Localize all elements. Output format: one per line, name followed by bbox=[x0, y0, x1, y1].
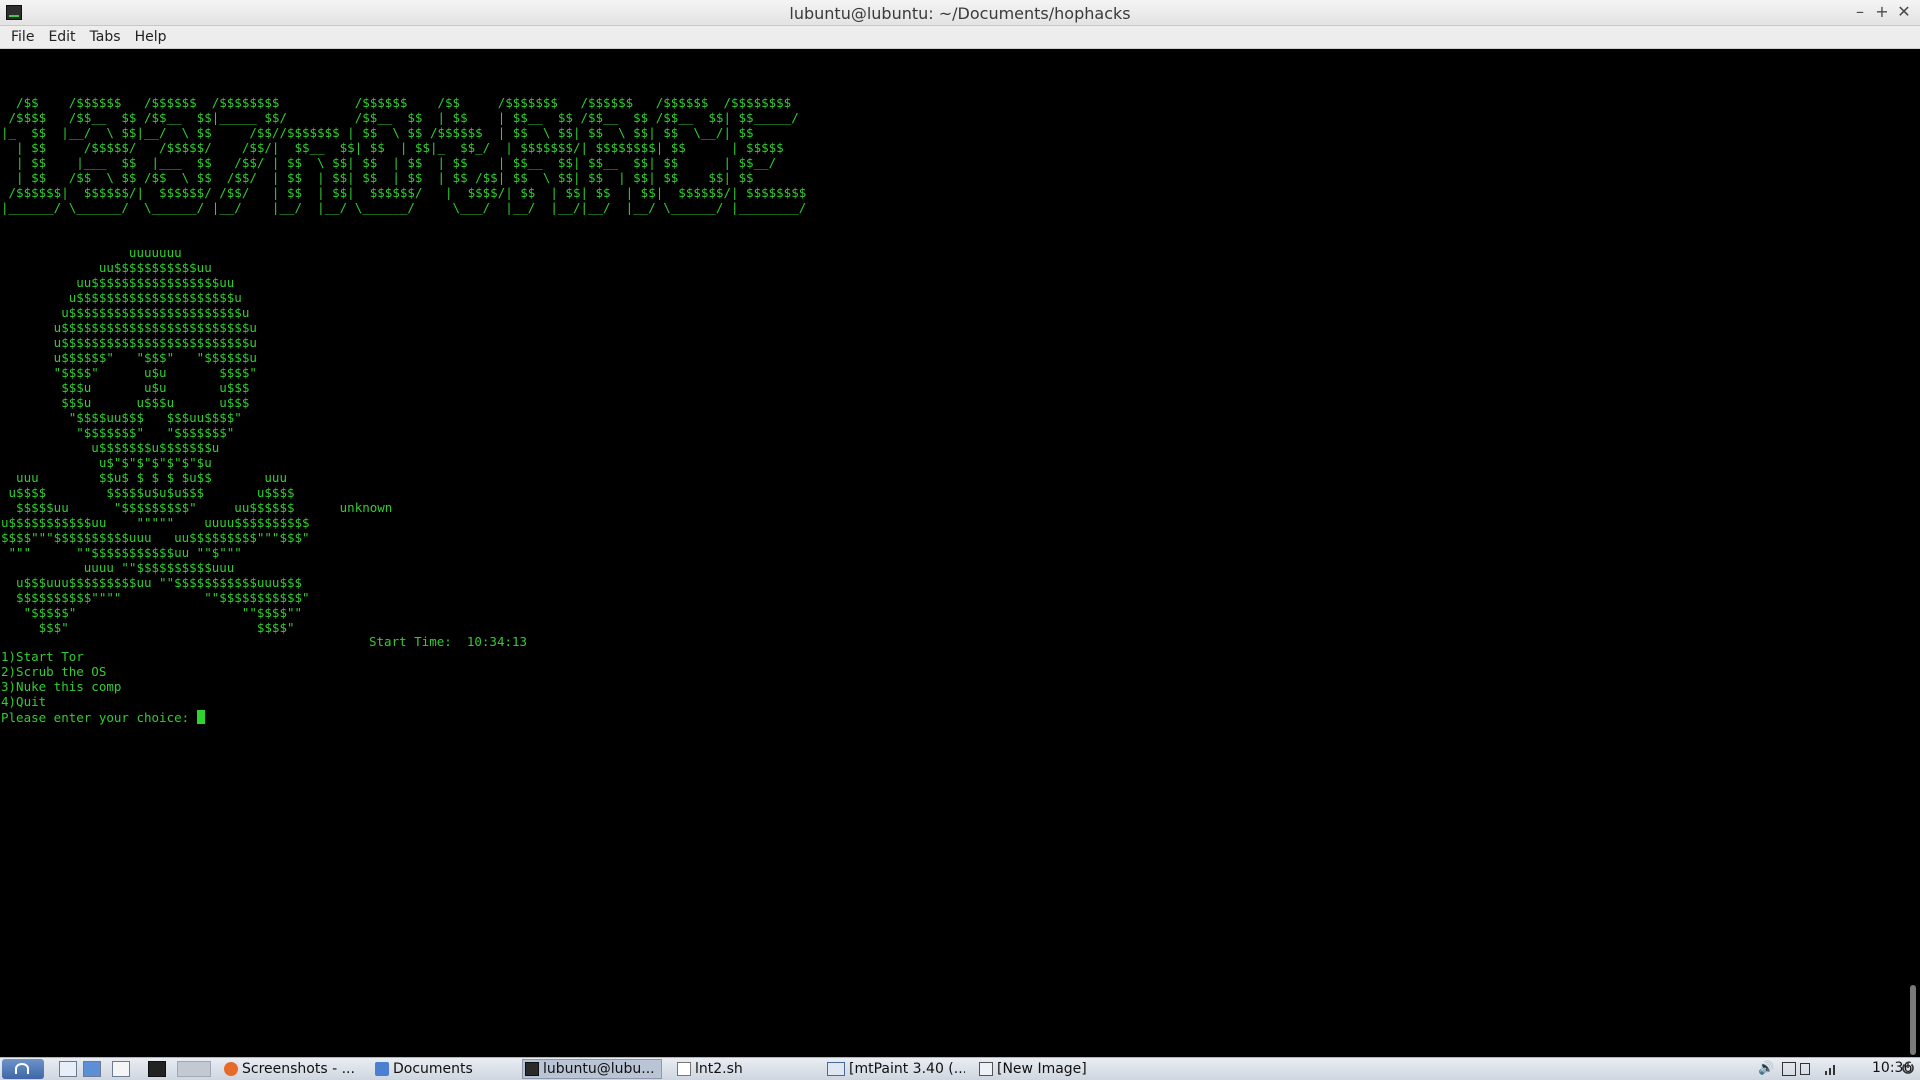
menu-tabs[interactable]: Tabs bbox=[83, 29, 128, 45]
window-titlebar[interactable]: lubuntu@lubuntu: ~/Documents/hophacks – … bbox=[0, 0, 1920, 26]
minimize-button[interactable]: – bbox=[1850, 2, 1870, 22]
show-desktop-icon[interactable] bbox=[59, 1061, 77, 1077]
volume-icon[interactable]: 🔊 bbox=[1758, 1061, 1774, 1076]
choice-prompt[interactable]: Please enter your choice: bbox=[1, 710, 205, 725]
task-label: lubuntu@lubu... bbox=[543, 1061, 655, 1077]
scrollbar-thumb[interactable] bbox=[1910, 985, 1916, 1055]
mtpaint-icon bbox=[827, 1062, 845, 1076]
menu-file[interactable]: File bbox=[4, 29, 41, 45]
start-time-value: 10:34:13 bbox=[466, 634, 528, 649]
clipboard-icon[interactable] bbox=[1800, 1063, 1810, 1075]
ascii-skull: uuuuuuu uu$$$$$$$$$$$uu uu$$$$$$$$$$$$$$… bbox=[1, 245, 393, 635]
firefox-icon bbox=[224, 1062, 238, 1076]
task-documents[interactable]: Documents bbox=[373, 1059, 511, 1079]
prompt-text: Please enter your choice: bbox=[1, 710, 197, 725]
menu-bar: File Edit Tabs Help bbox=[0, 26, 1920, 49]
ascii-banner: /$$ /$$$$$$ /$$$$$$ /$$$$$$$$ /$$$$$$ /$… bbox=[1, 95, 807, 215]
text-file-icon bbox=[677, 1062, 691, 1076]
task-screenshots[interactable]: Screenshots - ... bbox=[222, 1059, 362, 1079]
window-title: lubuntu@lubuntu: ~/Documents/hophacks bbox=[789, 4, 1131, 23]
option-nuke: 3)Nuke this comp bbox=[1, 679, 122, 694]
task-lnt2[interactable]: lnt2.sh bbox=[675, 1059, 813, 1079]
image-window-icon bbox=[979, 1062, 993, 1076]
folder-icon bbox=[375, 1062, 389, 1076]
maximize-button[interactable]: + bbox=[1872, 2, 1892, 22]
task-terminal[interactable]: lubuntu@lubu... bbox=[522, 1059, 662, 1079]
start-menu-button[interactable] bbox=[2, 1059, 44, 1079]
power-icon[interactable] bbox=[1900, 1060, 1916, 1080]
option-scrub-os: 2)Scrub the OS bbox=[1, 664, 107, 679]
task-label: lnt2.sh bbox=[695, 1061, 743, 1077]
terminal-icon bbox=[525, 1062, 539, 1076]
battery-icon[interactable] bbox=[1782, 1062, 1796, 1076]
menu-help[interactable]: Help bbox=[128, 29, 174, 45]
task-label: [New Image] bbox=[997, 1061, 1087, 1077]
terminal-output[interactable]: /$$ /$$$$$$ /$$$$$$ /$$$$$$$$ /$$$$$$ /$… bbox=[0, 49, 1906, 1057]
task-new-image[interactable]: [New Image] bbox=[977, 1059, 1117, 1079]
task-label: Screenshots - ... bbox=[242, 1061, 355, 1077]
menu-edit[interactable]: Edit bbox=[41, 29, 82, 45]
task-label: Documents bbox=[393, 1061, 473, 1077]
taskbar: Screenshots - ... Documents lubuntu@lubu… bbox=[0, 1057, 1920, 1080]
task-label: [mtPaint 3.40 (... bbox=[849, 1061, 965, 1077]
close-button[interactable]: ✕ bbox=[1894, 2, 1914, 22]
terminal-launcher-icon[interactable] bbox=[148, 1061, 166, 1077]
network-signal-icon[interactable] bbox=[1824, 1062, 1838, 1080]
option-start-tor: 1)Start Tor bbox=[1, 649, 84, 664]
browser-launcher-icon[interactable] bbox=[112, 1061, 130, 1077]
terminal-scrollbar[interactable] bbox=[1906, 49, 1920, 1057]
menu-options: 1)Start Tor 2)Scrub the OS 3)Nuke this c… bbox=[1, 649, 121, 709]
option-quit: 4)Quit bbox=[1, 694, 47, 709]
text-cursor bbox=[196, 710, 205, 724]
start-time-readout: Start Time: 10:34:13 bbox=[369, 634, 527, 649]
task-mtpaint[interactable]: [mtPaint 3.40 (... bbox=[825, 1059, 965, 1079]
start-time-label: Start Time: bbox=[369, 634, 452, 649]
workspace-switcher[interactable] bbox=[177, 1061, 211, 1077]
file-manager-icon[interactable] bbox=[83, 1061, 101, 1077]
